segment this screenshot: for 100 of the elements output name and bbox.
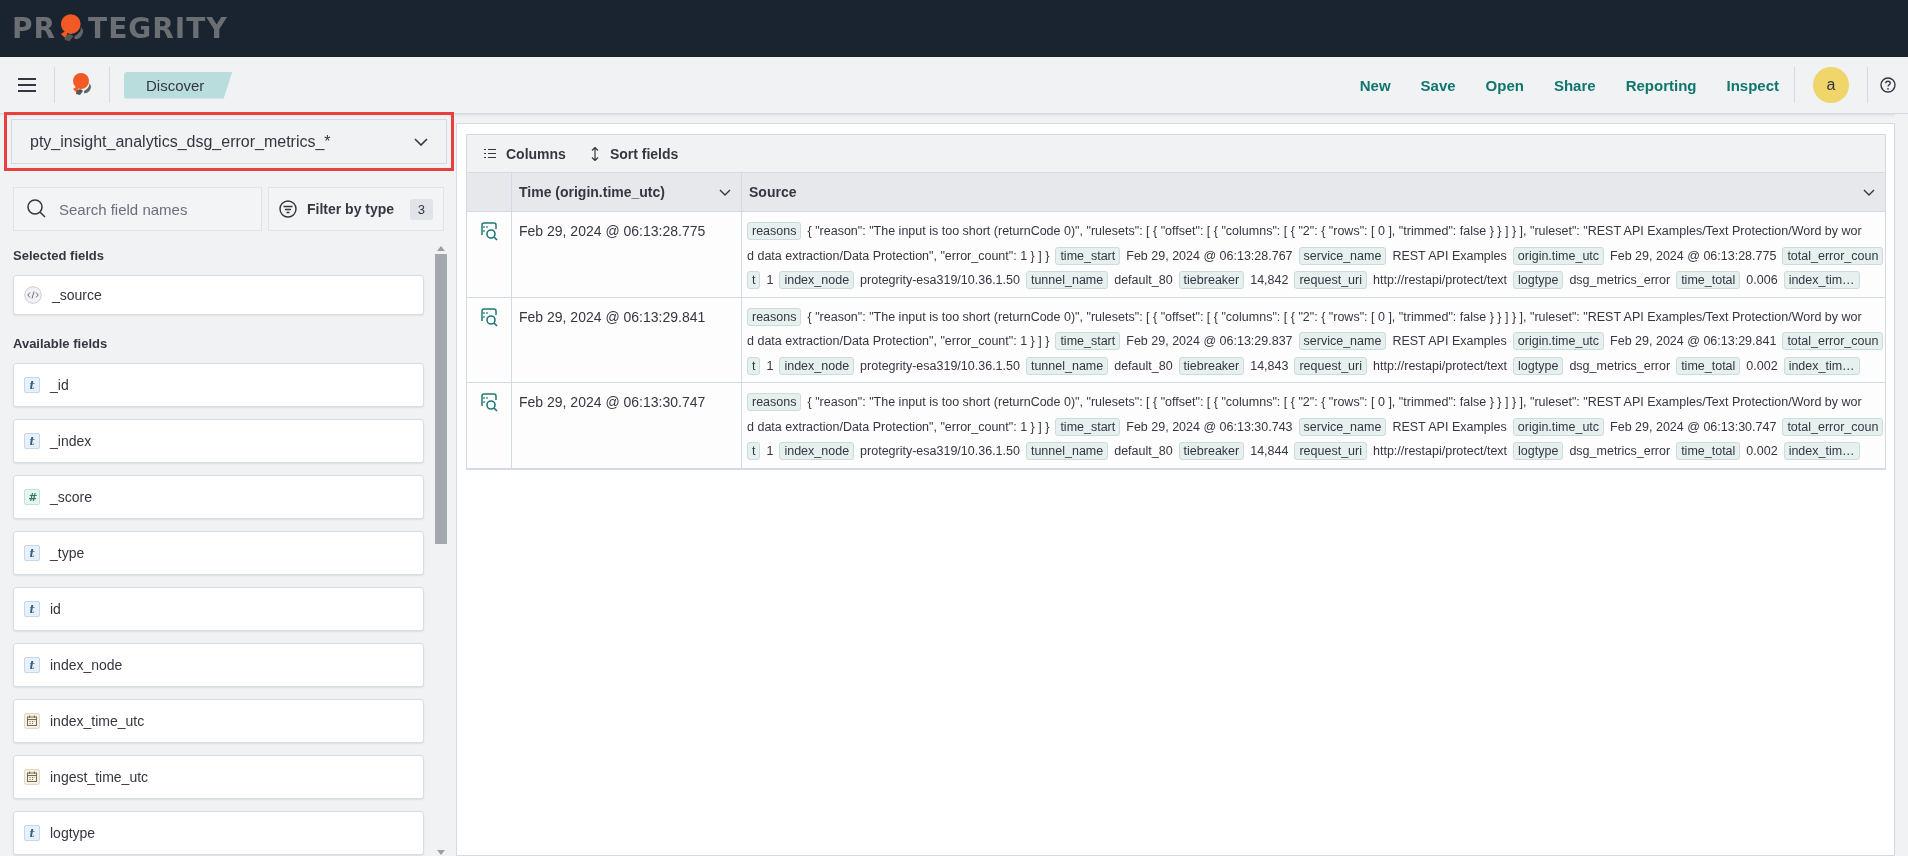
nav-link[interactable]: Inspect	[1714, 65, 1791, 105]
field-value: { "reason": "The input is too short (returnCode 0)", "rulesets": [ { "offset": [ { "columns": [ { "2": { "rows": [ 0 ], "trimmed": false } } ] } ], "ruleset": "REST API Examples/Text Protection/Word by wor	[807, 224, 1862, 239]
field-type-badge: t	[24, 377, 40, 393]
field-value: 0.002	[1746, 444, 1778, 459]
field-key-label: service_name	[1298, 246, 1387, 265]
code-icon	[24, 286, 42, 304]
field-key-label: tiebreaker	[1178, 271, 1245, 290]
field-key-label: request_uri	[1294, 442, 1367, 461]
section-heading: Selected fields	[13, 247, 106, 265]
field-value: protegrity-esa319/10.36.1.50	[860, 358, 1020, 373]
expand-row-button[interactable]	[480, 307, 498, 327]
field-item[interactable]: t id	[13, 587, 424, 631]
field-value: protegrity-esa319/10.36.1.50	[860, 444, 1020, 459]
field-key-label: index_tim…	[1783, 356, 1860, 375]
field-value: 0.006	[1746, 273, 1778, 288]
column-header[interactable]: Source	[741, 173, 1885, 212]
field-key-label: index_node	[779, 356, 855, 375]
inspect-document-icon	[480, 222, 498, 241]
sort-icon	[589, 146, 600, 161]
field-item[interactable]: _source	[13, 275, 424, 315]
help-icon	[1880, 77, 1896, 93]
field-key-label: origin.time_utc	[1512, 332, 1605, 351]
filter-icon	[279, 200, 297, 218]
field-type-badge: #	[24, 489, 40, 505]
toolbar-button[interactable]: Columns	[484, 145, 566, 162]
field-item[interactable]: t logtype	[13, 811, 424, 855]
nav-link[interactable]: Share	[1541, 65, 1608, 105]
scrollbar-thumb[interactable]	[435, 254, 447, 544]
field-value: dsg_metrics_error	[1569, 273, 1671, 288]
field-item[interactable]: t _type	[13, 531, 424, 575]
field-item[interactable]: t index_node	[13, 643, 424, 687]
brand-logo-text: PR	[12, 12, 57, 45]
expand-row-button[interactable]	[480, 393, 498, 412]
field-value: { "reason": "The input is too short (returnCode 0)", "rulesets": [ { "offset": [ { "columns": [ { "2": { "rows": [ 0 ], "trimmed": false } } ] } ], "ruleset": "REST API Examples/Text Protection/Word by wor	[807, 309, 1862, 324]
field-value: d data extraction/Data Protection", "error_count": 1 } ] }	[747, 248, 1050, 263]
field-key-label: tiebreaker	[1178, 442, 1245, 461]
field-key-label: t	[747, 271, 761, 290]
brand-logo-text: TEGRITY	[88, 12, 228, 45]
filter-by-type-button[interactable]: Filter by type 3	[268, 187, 444, 231]
field-item[interactable]: index_time_utc	[13, 699, 424, 743]
expand-row-button[interactable]	[480, 222, 498, 241]
field-value: dsg_metrics_error	[1569, 444, 1671, 459]
nav-link[interactable]: Reporting	[1613, 65, 1709, 105]
field-value: 1	[766, 273, 774, 288]
field-value: dsg_metrics_error	[1569, 358, 1671, 373]
nav-link[interactable]: Open	[1473, 65, 1536, 105]
table-cell: Feb 29, 2024 @ 06:13:30.747	[511, 383, 741, 469]
field-key-label: request_uri	[1294, 356, 1367, 375]
field-key-label: index_node	[779, 271, 855, 290]
scroll-down-icon	[436, 849, 446, 856]
field-item[interactable]: ingest_time_utc	[13, 755, 424, 799]
menu-icon	[18, 77, 36, 93]
nav-link[interactable]: New	[1347, 65, 1403, 105]
field-item[interactable]: t _index	[13, 419, 424, 463]
field-key-label: logtype	[1513, 356, 1564, 375]
field-value: http://restapi/protect/text	[1373, 358, 1508, 373]
field-value: { "reason": "The input is too short (returnCode 0)", "rulesets": [ { "offset": [ { "columns": [ { "2": { "rows": [ 0 ], "trimmed": false } } ] } ], "ruleset": "REST API Examples/Text Protection/Word by wor	[807, 395, 1862, 410]
field-value: Feb 29, 2024 @ 06:13:29.841	[1610, 334, 1777, 349]
search-field[interactable]: Search field names	[13, 187, 262, 231]
field-key-label: time_total	[1676, 442, 1741, 461]
field-key-label: logtype	[1513, 271, 1564, 290]
logo-mark-icon	[70, 72, 94, 98]
field-value: Feb 29, 2024 @ 06:13:30.747	[1610, 419, 1777, 434]
breadcrumb[interactable]: Discover	[124, 71, 233, 99]
field-key-label: t	[747, 356, 761, 375]
field-value: Feb 29, 2024 @ 06:13:29.837	[1126, 334, 1293, 349]
field-key-label: index_tim…	[1783, 271, 1860, 290]
field-value: default_80	[1114, 444, 1173, 459]
toolbar-button[interactable]: Sort fields	[589, 145, 679, 162]
user-avatar[interactable]: a	[1813, 67, 1849, 103]
column-header[interactable]: Time (origin.time_utc)	[511, 173, 741, 212]
field-type-badge: t	[24, 433, 40, 449]
table-cell: Feb 29, 2024 @ 06:13:29.841	[511, 297, 741, 383]
field-key-label: total_error_coun	[1782, 417, 1884, 436]
chevron-down-icon	[414, 137, 428, 146]
field-key-label: time_total	[1676, 356, 1741, 375]
field-item[interactable]: t _id	[13, 363, 424, 407]
search-icon	[27, 199, 46, 218]
table-cell: Feb 29, 2024 @ 06:13:28.775	[511, 212, 741, 298]
field-key-label: reasons	[747, 307, 802, 326]
field-value: 14,844	[1250, 444, 1289, 459]
field-key-label: tunnel_name	[1025, 356, 1109, 375]
inspect-document-icon	[480, 307, 498, 327]
field-value: Feb 29, 2024 @ 06:13:30.743	[1126, 419, 1293, 434]
count-badge: 3	[409, 198, 433, 220]
chevron-down-icon	[719, 188, 731, 196]
field-key-label: request_uri	[1294, 271, 1367, 290]
field-value: http://restapi/protect/text	[1373, 444, 1508, 459]
field-key-label: logtype	[1513, 442, 1564, 461]
inspect-document-icon	[480, 393, 498, 412]
field-value: Feb 29, 2024 @ 06:13:28.767	[1126, 248, 1293, 263]
nav-link[interactable]: Save	[1408, 65, 1468, 105]
field-item[interactable]: # _score	[13, 475, 424, 519]
field-type-badge: t	[24, 601, 40, 617]
calendar-icon	[24, 769, 40, 785]
field-value: protegrity-esa319/10.36.1.50	[860, 273, 1020, 288]
field-key-label: time_start	[1055, 332, 1121, 351]
field-key-label: service_name	[1298, 417, 1387, 436]
index-pattern-dropdown[interactable]: pty_insight_analytics_dsg_error_metrics_*	[11, 119, 447, 164]
field-key-label: total_error_coun	[1782, 332, 1884, 351]
